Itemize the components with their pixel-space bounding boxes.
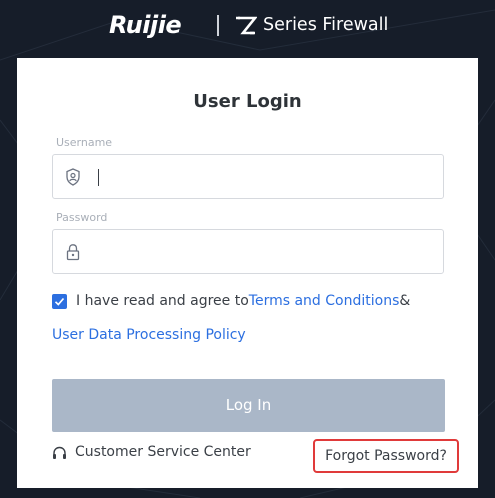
terms-link[interactable]: Terms and Conditions <box>249 293 400 309</box>
headset-icon <box>53 446 66 459</box>
password-field[interactable] <box>52 229 444 275</box>
password-input[interactable] <box>103 230 437 275</box>
login-card: User Login Username Password I have read… <box>17 58 478 488</box>
forgot-password-link[interactable]: Forgot Password? <box>313 439 459 473</box>
agreement-row: I have read and agree toTerms and Condit… <box>52 293 472 313</box>
username-input[interactable] <box>103 155 437 200</box>
text-caret <box>98 169 99 186</box>
brand-header: Ruijie Series Firewall <box>0 10 495 40</box>
login-button[interactable]: Log In <box>52 379 445 432</box>
user-shield-icon <box>66 168 80 186</box>
agreement-text: I have read and agree toTerms and Condit… <box>76 293 410 309</box>
brand-divider <box>217 15 219 36</box>
agreement-connector: & <box>399 293 411 309</box>
agreement-prefix: I have read and agree to <box>76 293 249 309</box>
password-label: Password <box>56 211 108 224</box>
lock-icon <box>66 244 80 261</box>
ruijie-logo: Ruijie <box>109 11 182 39</box>
customer-service-label: Customer Service Center <box>75 444 251 460</box>
z-series-logo-icon <box>236 16 257 35</box>
username-label: Username <box>56 136 113 149</box>
username-field[interactable] <box>52 154 444 200</box>
policy-link[interactable]: User Data Processing Policy <box>52 327 246 343</box>
login-title: User Login <box>193 91 302 112</box>
product-name: Series Firewall <box>263 15 389 35</box>
agree-checkbox[interactable] <box>52 294 67 309</box>
checkmark-icon <box>54 297 65 306</box>
